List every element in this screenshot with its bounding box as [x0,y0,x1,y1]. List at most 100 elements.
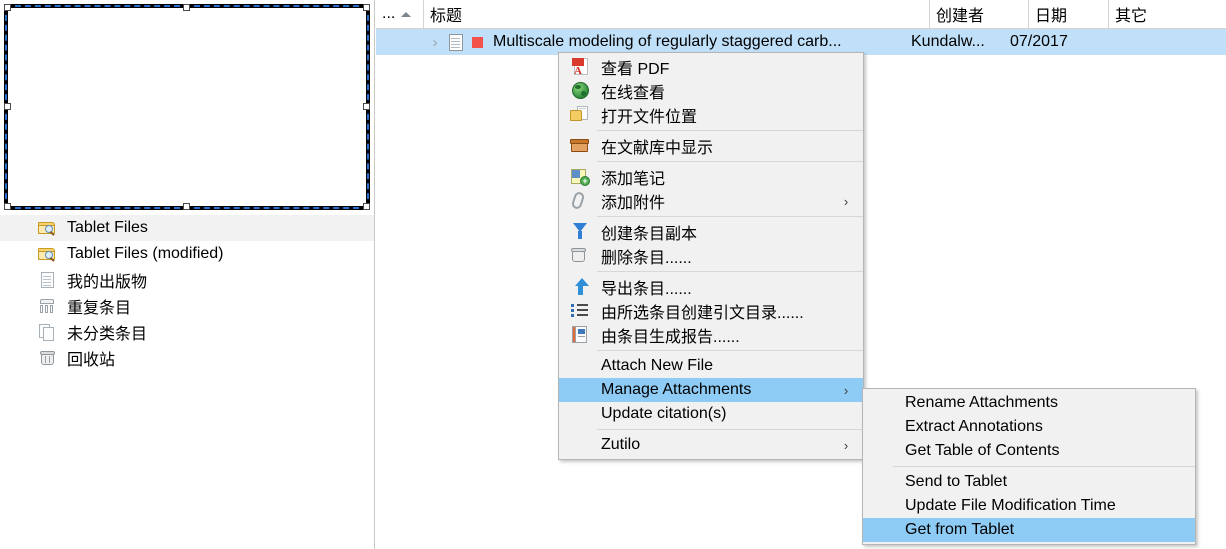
menu-separator [893,466,1195,467]
resize-handle-e[interactable] [363,103,370,110]
sidebar-item-trash[interactable]: 回收站 [0,345,374,371]
menu-separator [597,429,863,430]
library-box-icon [569,136,595,156]
menu-item-label: 打开文件位置 [601,109,698,126]
chevron-right-icon: › [843,437,849,453]
delete-item-icon [569,246,595,266]
column-header-title[interactable]: 标题 [424,0,930,28]
menu-separator [597,216,863,217]
submenu-item-rename-attachments[interactable]: Rename Attachments [863,391,1195,415]
menu-item-label: Get Table of Contents [905,442,1060,459]
item-date: 07/2017 [1010,33,1068,50]
menu-item-label: Send to Tablet [905,473,1008,490]
menu-item-label: 在线查看 [601,85,666,102]
tag-color-swatch [472,36,483,48]
manage-attachments-submenu: Rename Attachments Extract Annotations G… [862,388,1196,545]
submenu-item-update-file-modification-time[interactable]: Update File Modification Time [863,494,1195,518]
menu-item-show-in-library[interactable]: 在文献库中显示 [559,134,863,158]
menu-item-label: 在文献库中显示 [601,140,714,157]
menu-item-attach-new-file[interactable]: Attach New File [559,354,863,378]
sidebar-item-duplicate-items[interactable]: 重复条目 [0,293,374,319]
menu-item-add-note[interactable]: + 添加笔记 [559,165,863,189]
context-menu: A 查看 PDF 在线查看 打开文件位置 在文献库中显示 + 添加笔记 添加附件… [558,52,864,460]
sidebar-item-label: Tablet Files [67,219,148,236]
menu-item-label: Update citation(s) [601,405,727,422]
menu-item-label: Attach New File [601,357,714,374]
selection-marching-ants [5,5,369,209]
column-header-creator[interactable]: 创建者 [930,0,1029,28]
column-header-other[interactable]: 其它 [1109,0,1226,28]
chevron-right-icon: › [843,193,849,209]
menu-separator [597,161,863,162]
resize-handle-n[interactable] [183,4,190,11]
menu-item-add-attachment[interactable]: 添加附件 › [559,189,863,213]
column-header-label: 创建者 [936,8,985,25]
menu-item-open-file-location[interactable]: 打开文件位置 [559,103,863,127]
menu-separator [597,350,863,351]
menu-item-manage-attachments[interactable]: Manage Attachments › [559,378,863,402]
sidebar-item-label: 我的出版物 [67,274,148,291]
menu-item-label: 创建条目副本 [601,226,698,243]
menu-item-view-pdf[interactable]: A 查看 PDF [559,55,863,79]
submenu-item-send-to-tablet[interactable]: Send to Tablet [863,470,1195,494]
app-window: Tablet Files Tablet Files (modified) 我的出… [0,0,1226,549]
sidebar-item-label: 未分类条目 [67,326,148,343]
sidebar-item-label: 重复条目 [67,300,132,317]
pdf-icon: A [569,57,595,77]
menu-item-label: Update File Modification Time [905,497,1116,514]
menu-item-label: 由条目生成报告...... [601,329,740,346]
items-column-header: ... 标题 创建者 日期 其它 [376,0,1226,29]
item-title: Multiscale modeling of regularly stagger… [493,33,842,50]
column-header-label: 标题 [430,8,463,25]
trash-icon [38,349,58,367]
menu-item-create-bibliography[interactable]: 由所选条目创建引文目录...... [559,299,863,323]
column-header-number[interactable]: ... [376,0,424,28]
sidebar-item-label: Tablet Files (modified) [67,245,224,262]
menu-item-zutilo[interactable]: Zutilo › [559,433,863,457]
column-header-date[interactable]: 日期 [1029,0,1109,28]
submenu-item-extract-annotations[interactable]: Extract Annotations [863,415,1195,439]
unfiled-items-icon [38,323,58,341]
duplicate-item-icon [569,222,595,242]
menu-item-view-online[interactable]: 在线查看 [559,79,863,103]
resize-handle-ne[interactable] [363,4,370,11]
sidebar-item-unfiled-items[interactable]: 未分类条目 [0,319,374,345]
expand-twisty-icon[interactable]: › [428,35,442,50]
column-header-label: 日期 [1035,8,1068,25]
submenu-item-get-from-tablet[interactable]: Get from Tablet [863,518,1195,542]
sidebar-item-tablet-files[interactable]: Tablet Files [0,215,374,241]
submenu-item-get-table-of-contents[interactable]: Get Table of Contents [863,439,1195,463]
collections-tree: Tablet Files Tablet Files (modified) 我的出… [0,215,374,371]
menu-item-label: 查看 PDF [601,61,670,78]
menu-item-label: Zutilo [601,436,641,453]
open-location-icon [569,105,595,125]
sidebar-item-my-publications[interactable]: 我的出版物 [0,267,374,293]
menu-item-label: 添加附件 [601,195,666,212]
folder-search-icon [38,245,58,263]
menu-item-update-citations[interactable]: Update citation(s) [559,402,863,426]
menu-item-generate-report[interactable]: 由条目生成报告...... [559,323,863,347]
column-header-label: 其它 [1115,8,1148,25]
resize-handle-sw[interactable] [4,203,11,210]
menu-item-export-items[interactable]: 导出条目...... [559,275,863,299]
resize-handle-nw[interactable] [4,4,11,11]
add-note-icon: + [569,167,595,187]
paperclip-icon [569,190,595,211]
folder-search-icon [38,219,58,237]
menu-item-label: Extract Annotations [905,418,1043,435]
resize-handle-s[interactable] [183,203,190,210]
resize-handle-se[interactable] [363,203,370,210]
resize-handle-w[interactable] [4,103,11,110]
selection-crop-rectangle[interactable] [4,4,370,210]
menu-item-label: 删除条目...... [601,250,692,267]
menu-item-duplicate-item[interactable]: 创建条目副本 [559,220,863,244]
sidebar-item-tablet-files-modified[interactable]: Tablet Files (modified) [0,241,374,267]
item-creator: Kundalw... [911,33,985,50]
report-icon [569,325,595,345]
sidebar-item-label: 回收站 [67,352,116,369]
menu-item-label: Manage Attachments [601,381,752,398]
menu-item-delete-item[interactable]: 删除条目...... [559,244,863,268]
left-pane: Tablet Files Tablet Files (modified) 我的出… [0,0,375,549]
chevron-right-icon: › [843,382,849,398]
globe-icon [569,81,595,101]
